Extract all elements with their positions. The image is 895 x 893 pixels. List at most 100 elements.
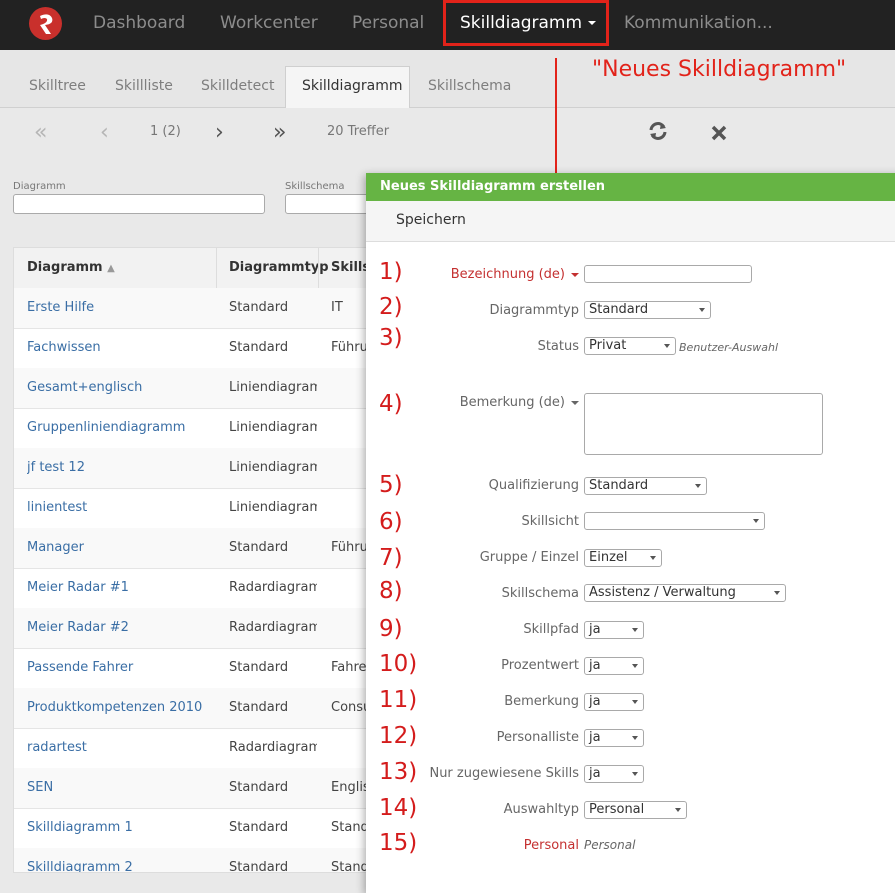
table-header: Diagramm ▲ Diagrammtyp Skillsc [14,248,374,289]
cell-diagramm[interactable]: Fachwissen [27,340,217,355]
cell-diagrammtyp: Radardiagramm [229,620,317,635]
cell-diagrammtyp: Liniendiagramm [229,420,317,435]
close-icon[interactable] [710,124,728,146]
dropdown-arrow-icon [632,772,638,776]
first-page-icon[interactable]: « [34,120,47,145]
bemerkung-select[interactable]: ja [584,693,644,711]
cell-diagramm[interactable]: linientest [27,500,217,515]
tab-skillschema[interactable]: Skillschema [428,78,511,94]
bezeichnung-input[interactable] [584,265,752,283]
label-bemerkung-de[interactable]: Bemerkung (de) [460,395,579,410]
skillpfad-select[interactable]: ja [584,621,644,639]
cell-diagrammtyp: Liniendiagramm [229,500,317,515]
prozentwert-value: ja [589,658,601,673]
skillschema-select[interactable]: Assistenz / Verwaltung [584,584,786,602]
cell-diagramm[interactable]: Erste Hilfe [27,300,217,315]
qualifizierung-select[interactable]: Standard [584,477,707,495]
cell-diagramm[interactable]: Skilldiagramm 1 [27,820,217,835]
filter-skillschema-input[interactable] [285,194,377,214]
cell-diagrammtyp: Radardiagramm [229,740,317,755]
table-row[interactable]: Passende Fahrer Standard Fahre [14,648,374,689]
cell-diagramm[interactable]: radartest [27,740,217,755]
column-divider [318,248,319,288]
cell-diagrammtyp: Standard [229,860,289,873]
cell-diagramm[interactable]: Manager [27,540,217,555]
dropdown-arrow-icon [664,344,670,348]
filter-diagramm-input[interactable] [13,194,265,214]
nav-kommunikation[interactable]: Kommunikation... [624,0,773,50]
tab-skilldiagramm[interactable]: Skilldiagramm [302,78,403,94]
table-row[interactable]: Gruppenliniendiagramm Liniendiagramm [14,408,374,449]
table-row[interactable]: Skilldiagramm 1 Standard Stand [14,808,374,849]
dropdown-arrow-icon [632,628,638,632]
tab-skilldetect[interactable]: Skilldetect [201,78,274,94]
annotation-step-number: 8) [379,578,403,604]
nav-skilldiagramm[interactable]: Skilldiagramm [460,0,597,50]
cell-diagramm[interactable]: jf test 12 [27,460,217,475]
personal-value[interactable]: Personal [584,838,635,852]
dropdown-arrow-icon [632,664,638,668]
table-row[interactable]: Fachwissen Standard Führu [14,328,374,369]
dialog-toolbar: Speichern [366,201,895,242]
prev-page-icon[interactable]: ‹ [100,120,109,145]
cell-diagrammtyp: Standard [229,820,289,835]
cell-diagramm[interactable]: Produktkompetenzen 2010 [27,700,217,715]
gruppe-einzel-select[interactable]: Einzel [584,549,662,567]
refresh-icon[interactable] [647,120,669,146]
table-row[interactable]: Manager Standard Führu [14,528,374,569]
table-row[interactable]: linientest Liniendiagramm [14,488,374,529]
label-auswahltyp: Auswahltyp [503,802,579,817]
cell-diagramm[interactable]: Gesamt+englisch [27,380,217,395]
app-logo-icon[interactable] [29,7,62,40]
dialog-header: Neues Skilldiagramm erstellen [366,173,895,201]
annotation-step-number: 6) [379,509,403,535]
dropdown-arrow-icon [699,308,705,312]
tab-skilltree[interactable]: Skilltree [29,78,86,94]
next-page-icon[interactable]: › [215,120,224,145]
table-row[interactable]: radartest Radardiagramm [14,728,374,769]
status-select[interactable]: Privat [584,337,676,355]
nur-zugewiesene-skills-select[interactable]: ja [584,765,644,783]
table-row[interactable]: SEN Standard Englis [14,768,374,809]
last-page-icon[interactable]: » [273,120,286,145]
table-row[interactable]: Erste Hilfe Standard IT [14,288,374,329]
table-row[interactable]: Produktkompetenzen 2010 Standard Consu [14,688,374,729]
table-body: Erste Hilfe Standard IT Fachwissen Standard F… [14,288,374,873]
nav-workcenter[interactable]: Workcenter [220,0,318,50]
table-row[interactable]: Meier Radar #1 Radardiagramm [14,568,374,609]
nav-dashboard[interactable]: Dashboard [93,0,185,50]
table-row[interactable]: Gesamt+englisch Liniendiagramm [14,368,374,409]
cell-diagramm[interactable]: Meier Radar #1 [27,580,217,595]
save-button[interactable]: Speichern [396,212,466,228]
cell-diagramm[interactable]: Meier Radar #2 [27,620,217,635]
nav-personal[interactable]: Personal [352,0,424,50]
cell-diagramm[interactable]: Passende Fahrer [27,660,217,675]
personalliste-select[interactable]: ja [584,729,644,747]
table-row[interactable]: Meier Radar #2 Radardiagramm [14,608,374,649]
diagrammtyp-select[interactable]: Standard [584,301,711,319]
bemerkung-textarea[interactable] [584,393,823,455]
annotation-step-number: 14) [379,795,418,821]
label-prozentwert: Prozentwert [501,658,579,673]
cell-diagramm[interactable]: SEN [27,780,217,795]
tab-skillliste[interactable]: Skillliste [115,78,173,94]
table-row[interactable]: Skilldiagramm 2 Standard Stand [14,848,374,873]
new-skilldiagramm-dialog: Neues Skilldiagramm erstellen Speichern … [366,173,895,893]
table-row[interactable]: jf test 12 Liniendiagramm [14,448,374,489]
label-bezeichnung[interactable]: Bezeichnung (de) [451,267,579,282]
skillsicht-select[interactable] [584,512,765,530]
annotation-step-number: 1) [379,259,403,285]
prozentwert-select[interactable]: ja [584,657,644,675]
column-header-diagramm[interactable]: Diagramm ▲ [27,260,115,275]
label-status: Status [537,339,579,354]
cell-diagramm[interactable]: Gruppenliniendiagramm [27,420,217,435]
dialog-title: Neues Skilldiagramm erstellen [380,179,606,194]
annotation-step-number: 13) [379,759,418,785]
hit-count: 20 Treffer [327,124,390,139]
nur-zugewiesene-skills-value: ja [589,766,601,781]
auswahltyp-value: Personal [589,802,645,817]
dropdown-arrow-icon [753,519,759,523]
column-header-diagrammtyp[interactable]: Diagrammtyp [229,260,329,275]
cell-diagramm[interactable]: Skilldiagramm 2 [27,860,217,872]
auswahltyp-select[interactable]: Personal [584,801,687,819]
